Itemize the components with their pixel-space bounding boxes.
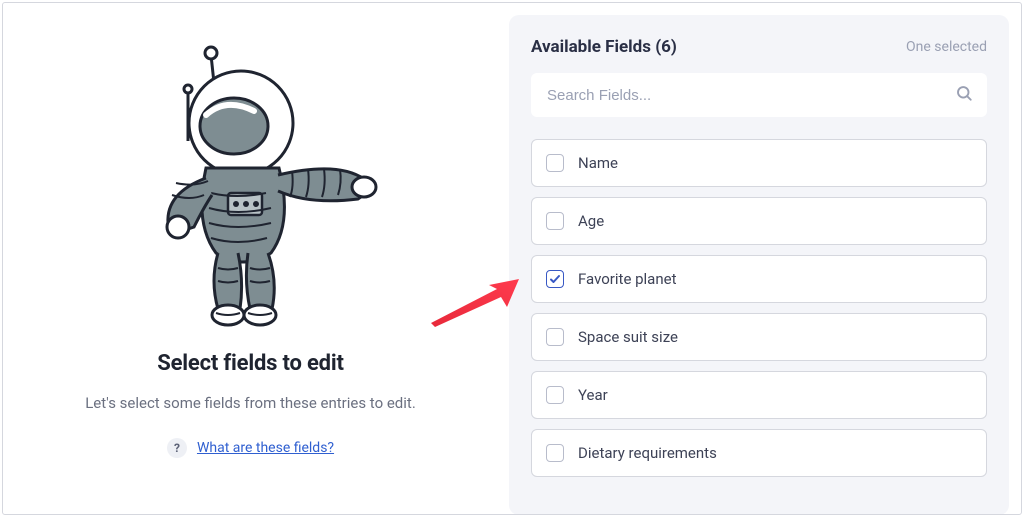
astronaut-illustration [106,43,396,333]
field-checkbox[interactable] [546,444,564,462]
field-list: Name Age Favorite planet Space suit size Yea… [531,139,987,477]
field-item[interactable]: Name [531,139,987,187]
page-subtitle: Let's select some fields from these entr… [85,394,416,412]
field-label: Space suit size [578,328,678,346]
help-icon[interactable]: ? [167,438,187,458]
field-item[interactable]: Age [531,197,987,245]
field-item[interactable]: Favorite planet [531,255,987,303]
help-link[interactable]: What are these fields? [197,440,334,456]
panel-title: Available Fields (6) [531,37,677,57]
field-item[interactable]: Dietary requirements [531,429,987,477]
page-title: Select fields to edit [157,351,343,376]
intro-panel: Select fields to edit Let's select some … [3,3,498,514]
field-checkbox[interactable] [546,270,564,288]
field-item[interactable]: Space suit size [531,313,987,361]
search-input[interactable] [531,73,987,117]
field-label: Name [578,154,618,172]
field-label: Age [578,212,604,230]
field-label: Favorite planet [578,270,677,288]
field-label: Dietary requirements [578,444,717,462]
field-label: Year [578,386,608,404]
field-item[interactable]: Year [531,371,987,419]
selection-status: One selected [906,39,987,55]
field-checkbox[interactable] [546,386,564,404]
field-checkbox[interactable] [546,212,564,230]
field-checkbox[interactable] [546,328,564,346]
fields-panel: Available Fields (6) One selected Name Ag… [509,15,1009,515]
field-checkbox[interactable] [546,154,564,172]
